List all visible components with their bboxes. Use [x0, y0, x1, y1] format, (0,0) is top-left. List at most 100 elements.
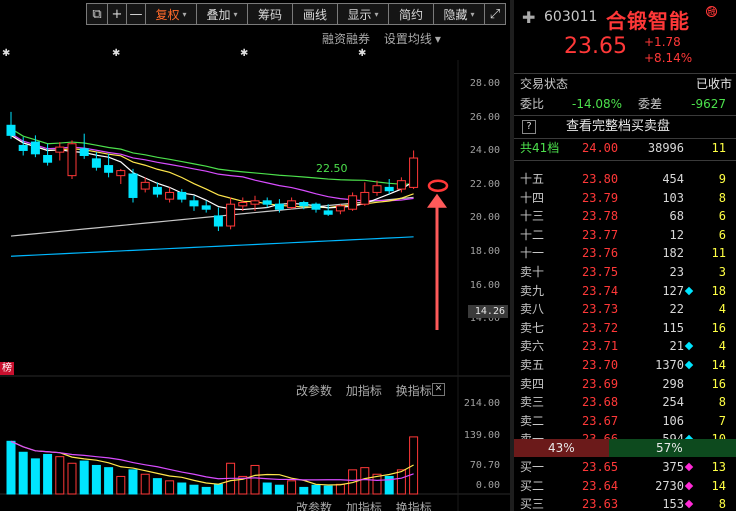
- candle-body: [6, 124, 16, 136]
- trade-status-value: 已收市: [695, 77, 732, 91]
- volume-bar: [91, 464, 101, 495]
- order-book-level: 买二: [520, 478, 545, 493]
- order-book-count: 7: [718, 413, 726, 428]
- order-book-count: 13: [711, 460, 726, 474]
- margin-badge-icon: 融: [706, 6, 717, 17]
- highlight-ellipse: [427, 179, 449, 192]
- ma-value-label: 22.50: [316, 162, 348, 175]
- add-indicator-link[interactable]: 加指标: [346, 501, 382, 511]
- order-book-row[interactable]: 十二 23.77 12 6: [514, 226, 736, 244]
- price-tick-label: 24.00: [469, 145, 500, 157]
- order-book-row[interactable]: 卖五 23.70 1370 14: [514, 356, 736, 374]
- order-book-row[interactable]: 卖二 23.67 106 7: [514, 412, 736, 430]
- weicha-label: 委差: [638, 97, 663, 111]
- order-book-count: 16: [711, 376, 726, 391]
- add-watchlist-icon[interactable]: ✚: [522, 8, 535, 27]
- candle-body: [201, 205, 211, 210]
- order-book-price: 23.68: [582, 395, 619, 410]
- volume-bar: [140, 473, 150, 495]
- order-book-qty: 68: [669, 209, 684, 224]
- volume-tick-label: 70.70: [469, 460, 500, 471]
- order-book-row[interactable]: 十五 23.80 454 9: [514, 170, 736, 188]
- candle-body: [360, 191, 370, 205]
- full-book-link[interactable]: 查看完整档买卖盘: [566, 118, 670, 136]
- order-book-level: 卖十: [520, 265, 545, 279]
- order-book-row[interactable]: 十三 23.78 68 6: [514, 207, 736, 225]
- total-qty: 38996: [647, 141, 684, 155]
- highlight-arrow-head: [427, 193, 447, 208]
- indicator-links: 改参数 加指标 换指标: [286, 382, 432, 399]
- order-change-diamond-icon: [684, 286, 694, 295]
- candle-body: [226, 203, 236, 227]
- order-book-row[interactable]: 买三 23.63 153 8: [514, 495, 736, 511]
- order-book-qty: 21: [669, 339, 684, 354]
- order-book-price: 23.64: [582, 478, 619, 493]
- change-percent: +8.14%: [644, 51, 693, 65]
- order-book-count: 6: [718, 209, 726, 224]
- weibi-row: 委比 -14.08% 委差 -9627: [514, 95, 736, 113]
- order-book-row[interactable]: 卖十 23.75 23 3: [514, 263, 736, 281]
- order-book-qty: 298: [662, 376, 684, 391]
- order-book-level: 卖二: [520, 413, 545, 428]
- volume-tick-label: 139.00: [463, 430, 500, 441]
- candle-body: [311, 203, 321, 210]
- total-price: 24.00: [582, 141, 619, 155]
- volume-bar: [213, 483, 223, 495]
- order-book-row[interactable]: 卖四 23.69 298 16: [514, 375, 736, 393]
- weibi-value: -14.08%: [572, 97, 623, 111]
- candle-body: [274, 203, 284, 210]
- switch-indicator-link[interactable]: 换指标: [396, 501, 432, 511]
- order-book-row[interactable]: 十一 23.76 182 11: [514, 244, 736, 262]
- volume-bar: [104, 467, 114, 495]
- order-book-row[interactable]: 十四 23.79 103 8: [514, 189, 736, 207]
- order-book-row[interactable]: 卖六 23.71 21 4: [514, 337, 736, 355]
- order-book-qty: 182: [662, 246, 684, 261]
- volume-bar: [189, 484, 199, 495]
- quote-header: ✚ 603011 合锻智能 融 23.65 +1.78 +8.14%: [514, 0, 736, 72]
- volume-bar: [250, 464, 260, 495]
- order-book-level: 卖五: [520, 358, 545, 372]
- weibi-label: 委比: [520, 97, 545, 111]
- add-indicator-link[interactable]: 加指标: [346, 384, 382, 398]
- volume-bar: [201, 486, 211, 495]
- order-book-level: 卖九: [520, 283, 545, 298]
- order-book-row[interactable]: 卖三 23.68 254 8: [514, 393, 736, 411]
- order-book-count: 16: [711, 320, 726, 335]
- rank-tag[interactable]: 榜: [0, 362, 14, 375]
- candle-body: [335, 205, 345, 212]
- candle-body: [128, 173, 138, 198]
- price-tick-label: 22.00: [469, 178, 500, 190]
- order-book-row[interactable]: 买一 23.65 375 13: [514, 458, 736, 476]
- change-params-link[interactable]: 改参数: [296, 384, 332, 398]
- stock-code: 603011: [544, 9, 598, 25]
- order-book-row[interactable]: 卖七 23.72 115 16: [514, 319, 736, 337]
- switch-indicator-link[interactable]: 换指标: [396, 384, 432, 398]
- candle-body: [79, 148, 89, 157]
- order-book-level: 十一: [520, 246, 545, 261]
- order-book-level: 卖七: [520, 320, 545, 335]
- kline-chart[interactable]: [0, 0, 510, 511]
- price-tick-label: 28.00: [469, 78, 500, 89]
- order-book-price: 23.78: [582, 209, 619, 224]
- order-book-row[interactable]: 卖八 23.73 22 4: [514, 300, 736, 318]
- order-book-count: 6: [718, 227, 726, 242]
- full-book-row[interactable]: ? 查看完整档买卖盘: [514, 118, 736, 136]
- order-book-qty: 103: [662, 190, 684, 205]
- total-levels-label: 共41档: [520, 141, 560, 155]
- close-indicator-icon[interactable]: ✕: [432, 383, 445, 396]
- volume-bar: [287, 480, 297, 495]
- candle-body: [250, 200, 260, 205]
- order-book-row[interactable]: 买二 23.64 2730 14: [514, 477, 736, 495]
- order-book-price: 23.80: [582, 172, 619, 186]
- order-book-row[interactable]: 卖九 23.74 127 18: [514, 282, 736, 300]
- help-icon[interactable]: ?: [522, 120, 536, 134]
- stock-name[interactable]: 合锻智能: [606, 5, 690, 34]
- price-tick-label: 18.00: [469, 246, 500, 257]
- order-book-count: 14: [711, 358, 726, 372]
- order-book-count: 9: [718, 172, 726, 186]
- change-params-link[interactable]: 改参数: [296, 501, 332, 511]
- price-tick-label: 16.00: [469, 279, 500, 291]
- order-book-qty: 106: [662, 413, 684, 428]
- order-book-level: 卖三: [520, 395, 545, 410]
- volume-bar: [67, 462, 77, 495]
